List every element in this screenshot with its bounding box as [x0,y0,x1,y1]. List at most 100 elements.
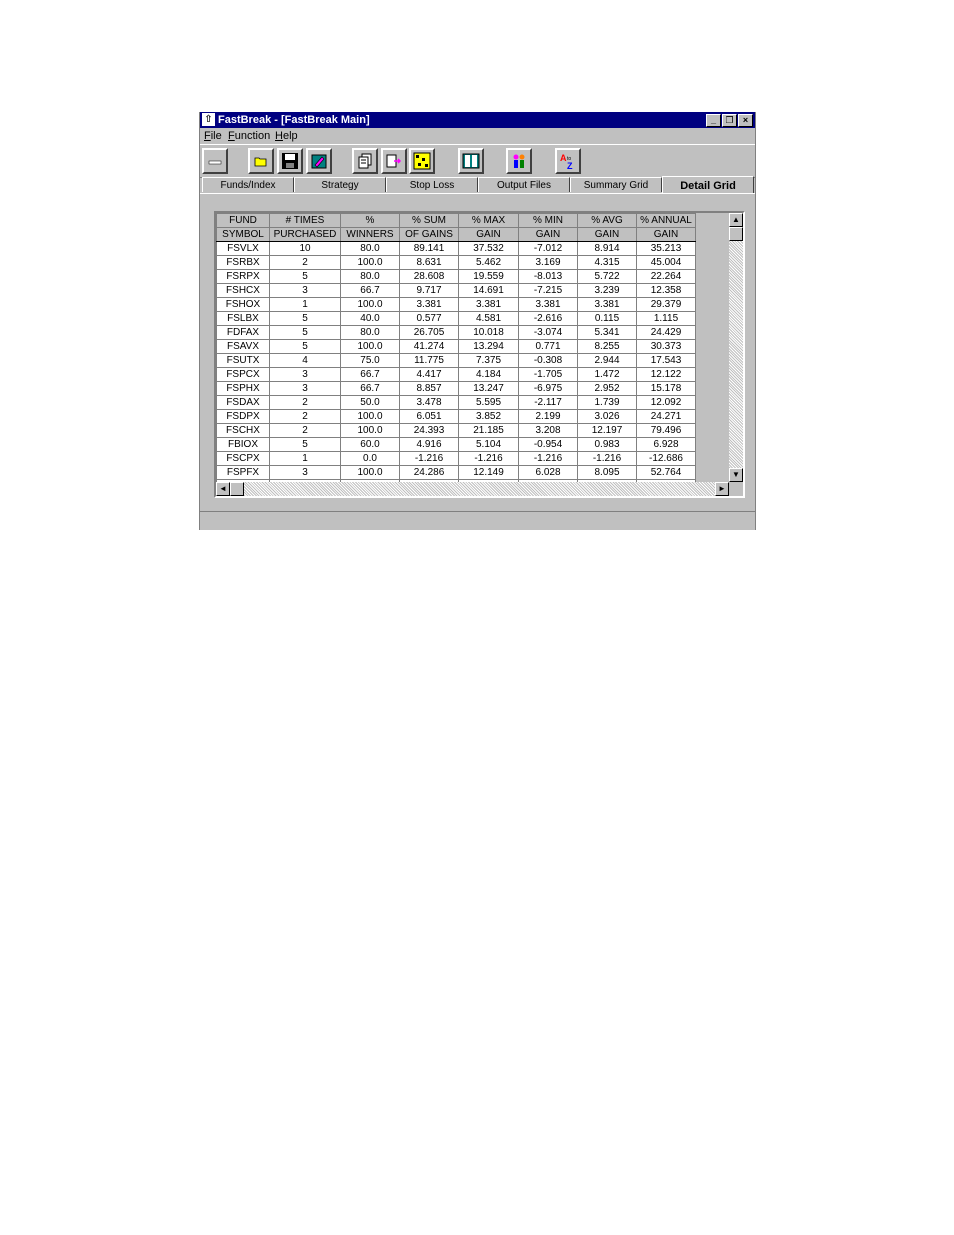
grid-cell[interactable]: -6.975 [518,381,578,396]
copy-button[interactable] [352,148,378,174]
scroll-right-arrow-icon[interactable]: ► [715,482,729,496]
grid-cell[interactable]: 0.577 [399,311,459,326]
grid-cell[interactable]: FSUTX [216,353,270,368]
grid-cell[interactable]: 4.417 [399,367,459,382]
grid-cell[interactable]: 3 [269,283,341,298]
grid-cell[interactable]: -7.215 [518,283,578,298]
grid-cell[interactable]: 9.717 [399,283,459,298]
grid-cell[interactable]: 11.775 [399,353,459,368]
vertical-scroll-thumb[interactable] [729,227,743,241]
grid-cell[interactable]: 8.255 [577,339,637,354]
grid-cell[interactable]: FSDPX [216,409,270,424]
grid-cell[interactable]: FSDAX [216,395,270,410]
tab-funds-index[interactable]: Funds/Index [202,177,294,192]
grid-cell[interactable]: 5.341 [577,325,637,340]
grid-cell[interactable]: 12.149 [458,465,519,480]
grid-cell[interactable]: 6.051 [399,409,459,424]
people-button[interactable] [506,148,532,174]
grid-cell[interactable]: FSPHX [216,381,270,396]
grid-cell[interactable]: 2 [269,423,341,438]
grid-cell[interactable]: 5.104 [458,437,519,452]
grid-cell[interactable]: 79.496 [636,423,696,438]
grid-cell[interactable]: 80.0 [340,269,400,284]
grid-cell[interactable]: 66.7 [340,367,400,382]
grid-cell[interactable]: 4.581 [458,311,519,326]
grid-cell[interactable]: 2.944 [577,353,637,368]
grid-cell[interactable]: 15.178 [636,381,696,396]
minimize-window-button[interactable]: _ [706,114,721,127]
grid-cell[interactable]: 100.0 [340,339,400,354]
column-header[interactable]: % MAX [458,213,519,228]
grid-cell[interactable]: 5.595 [458,395,519,410]
grid-cell[interactable]: 1 [269,451,341,466]
grid-cell[interactable]: 80.0 [340,241,400,256]
grid-cell[interactable]: 5 [269,311,341,326]
grid-cell[interactable]: FSHOX [216,297,270,312]
column-header[interactable]: # TIMES [269,213,341,228]
grid-cell[interactable]: 8.095 [577,465,637,480]
tab-strategy[interactable]: Strategy [294,177,386,192]
column-header[interactable]: % SUM [399,213,459,228]
grid-cell[interactable]: 5 [269,339,341,354]
grid-cell[interactable]: 41.274 [399,339,459,354]
grid-cell[interactable]: 26.705 [399,325,459,340]
grid-cell[interactable]: 52.764 [636,465,696,480]
grid-cell[interactable]: 21.185 [458,423,519,438]
grid-cell[interactable]: 3.478 [399,395,459,410]
edit-button[interactable] [306,148,332,174]
grid-cell[interactable]: FSRPX [216,269,270,284]
grid-cell[interactable]: 6.928 [636,437,696,452]
grid-cell[interactable]: FDFAX [216,325,270,340]
grid-cell[interactable]: 29.379 [636,297,696,312]
vertical-scrollbar[interactable]: ▲ ▼ [729,213,743,482]
grid-cell[interactable]: 3.239 [577,283,637,298]
grid-cell[interactable]: 100.0 [340,409,400,424]
grid-cell[interactable]: 0.0 [340,451,400,466]
tab-summary-grid[interactable]: Summary Grid [570,177,662,192]
grid-cell[interactable]: 5.462 [458,255,519,270]
grid-cell[interactable]: 100.0 [340,423,400,438]
column-header[interactable]: GAIN [577,227,637,242]
column-header[interactable]: % [340,213,400,228]
grid-cell[interactable]: 66.7 [340,283,400,298]
grid-cell[interactable]: 19.559 [458,269,519,284]
grid-cell[interactable]: 50.0 [340,395,400,410]
grid-cell[interactable]: 17.543 [636,353,696,368]
grid-cell[interactable]: 0.771 [518,339,578,354]
grid-cell[interactable]: 3.381 [399,297,459,312]
grid-cell[interactable]: 5 [269,325,341,340]
grid-cell[interactable]: 4.916 [399,437,459,452]
grid-cell[interactable]: 3.381 [518,297,578,312]
grid-cell[interactable]: 8.914 [577,241,637,256]
grid-cell[interactable]: 0.115 [577,311,637,326]
column-header[interactable]: SYMBOL [216,227,270,242]
grid-cell[interactable]: 35.213 [636,241,696,256]
grid-cell[interactable]: FSCPX [216,451,270,466]
grid-cell[interactable]: 66.7 [340,381,400,396]
grid-cell[interactable]: 3.381 [458,297,519,312]
grid-cell[interactable]: -0.954 [518,437,578,452]
horizontal-scrollbar[interactable]: ◄ ► [216,482,729,496]
grid-viewport[interactable]: FUND # TIMES%% SUM% MAX% MIN% AVG% ANNUAL… [216,213,729,482]
grid-cell[interactable]: 80.0 [340,325,400,340]
grid-cell[interactable]: FSVLX [216,241,270,256]
chart-button[interactable] [409,148,435,174]
title-bar[interactable]: ⇧ FastBreak - [FastBreak Main] _ ❐ × [200,112,755,128]
grid-cell[interactable]: FSRBX [216,255,270,270]
grid-cell[interactable]: 3 [269,367,341,382]
grid-cell[interactable]: 3 [269,381,341,396]
column-header[interactable]: GAIN [518,227,578,242]
grid-cell[interactable]: 1.115 [636,311,696,326]
grid-cell[interactable]: 100.0 [340,255,400,270]
tab-output-files[interactable]: Output Files [478,177,570,192]
column-header[interactable]: PURCHASED [269,227,341,242]
column-header[interactable]: OF GAINS [399,227,459,242]
tab-detail-grid[interactable]: Detail Grid [662,176,754,194]
export-button[interactable] [381,148,407,174]
grid-cell[interactable]: FSAVX [216,339,270,354]
close-window-button[interactable]: × [738,114,753,127]
save-button[interactable] [277,148,303,174]
book-button[interactable] [458,148,484,174]
grid-cell[interactable]: 24.393 [399,423,459,438]
tab-stop-loss[interactable]: Stop Loss [386,177,478,192]
